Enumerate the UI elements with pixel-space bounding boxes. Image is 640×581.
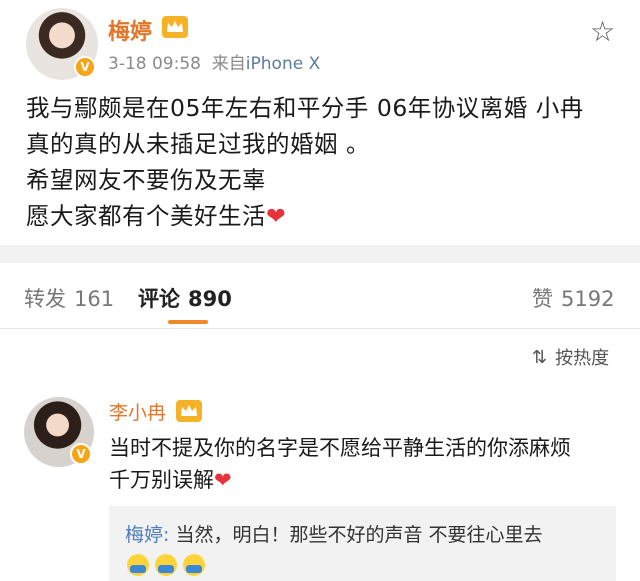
source-prefix: 来自 <box>211 54 246 74</box>
sort-label: 按热度 <box>555 348 610 369</box>
commenter-name[interactable]: 李小冉 <box>109 398 166 425</box>
comment-text: 当时不提及你的名字是不愿给平静生活的你添麻烦 千万别误解❤ <box>109 432 571 496</box>
heart-icon: ❤ <box>214 468 232 492</box>
active-tab-indicator <box>168 320 208 324</box>
tab-comment[interactable]: 评论 890 <box>138 283 232 313</box>
tab-repost[interactable]: 转发 161 <box>24 283 114 313</box>
tabs-divider <box>0 328 640 329</box>
comment-line: 千万别误解❤ <box>109 468 232 492</box>
post-content: 我与鄢颇是在05年左右和平分手 06年协议离婚 小冉 真的真的从未插足过我的婚姻… <box>26 90 584 234</box>
section-gap <box>0 245 640 263</box>
post-line: 真的真的从未插足过我的婚姻 。 <box>26 130 370 158</box>
vip-crown-icon <box>162 16 188 38</box>
emoji-icon <box>183 554 205 576</box>
post-meta: 3-18 09:58 来自iPhone X <box>108 49 320 74</box>
device-link[interactable]: iPhone X <box>246 54 320 74</box>
favorite-star-icon[interactable]: ☆ <box>590 18 615 46</box>
post-date: 3-18 09:58 <box>108 54 201 74</box>
post-line: 我与鄢颇是在05年左右和平分手 06年协议离婚 小冉 <box>26 94 584 122</box>
post-line: 愿大家都有个美好生活❤ <box>26 202 287 230</box>
reply-emojis <box>127 554 211 580</box>
reply-box[interactable]: 梅婷: 当然，明白！那些不好的声音 不要往心里去 <box>109 506 616 581</box>
verified-badge-icon: V <box>70 443 92 465</box>
vip-crown-icon <box>176 400 202 422</box>
post-line: 希望网友不要伤及无辜 <box>26 166 266 194</box>
reply-author[interactable]: 梅婷: <box>125 524 169 546</box>
emoji-icon <box>155 554 177 576</box>
reply-text: 当然，明白！那些不好的声音 不要往心里去 <box>175 524 543 546</box>
heart-icon: ❤ <box>266 202 287 230</box>
sort-button[interactable]: ⇅ 按热度 <box>532 344 609 370</box>
reply-line: 梅婷: 当然，明白！那些不好的声音 不要往心里去 <box>125 520 543 547</box>
comment-line: 当时不提及你的名字是不愿给平静生活的你添麻烦 <box>109 436 571 460</box>
verified-badge-icon: V <box>74 56 96 78</box>
sort-icon: ⇅ <box>532 346 548 368</box>
tab-like[interactable]: 赞 5192 <box>532 283 614 313</box>
emoji-icon <box>127 554 149 576</box>
author-name[interactable]: 梅婷 <box>108 14 152 46</box>
